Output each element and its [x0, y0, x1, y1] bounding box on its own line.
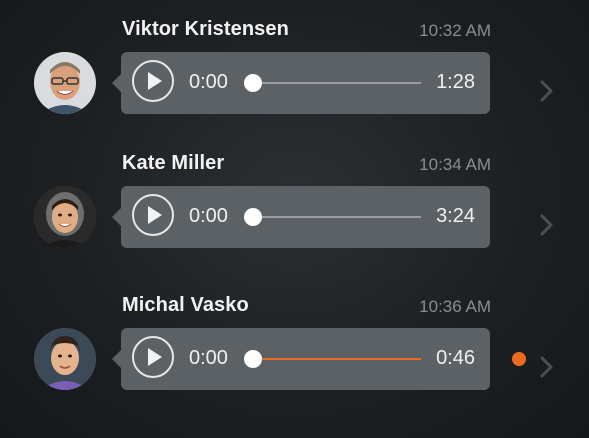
avatar[interactable]	[34, 328, 96, 390]
progress-track[interactable]	[254, 216, 421, 218]
sender-name: Kate Miller	[122, 152, 225, 174]
voice-message-item: Kate Miller 10:34 AM 0:00 3:24	[0, 148, 589, 268]
avatar-kate-icon	[34, 186, 96, 248]
audio-player: 0:00 3:24	[112, 186, 490, 248]
message-time: 10:32 AM	[419, 21, 491, 40]
voice-message-item: Viktor Kristensen 10:32 AM 0:00 1:28	[0, 14, 589, 134]
progress-track[interactable]	[254, 82, 421, 84]
current-time: 0:00	[189, 71, 228, 93]
avatar[interactable]	[34, 52, 96, 114]
play-button[interactable]	[132, 60, 174, 102]
audio-player: 0:00 0:46	[112, 328, 490, 390]
play-icon	[148, 348, 162, 366]
current-time: 0:00	[189, 347, 228, 369]
play-button[interactable]	[132, 194, 174, 236]
scrubber-handle[interactable]	[244, 74, 262, 92]
duration: 1:28	[436, 71, 475, 93]
avatar-viktor-icon	[34, 52, 96, 114]
message-time: 10:34 AM	[419, 155, 491, 174]
chevron-right-icon[interactable]	[538, 78, 556, 104]
sender-name: Michal Vasko	[122, 294, 249, 316]
duration: 3:24	[436, 205, 475, 227]
scrubber-handle[interactable]	[244, 350, 262, 368]
unread-indicator	[512, 352, 526, 366]
chevron-right-icon[interactable]	[538, 212, 556, 238]
progress-track[interactable]	[254, 358, 421, 360]
chevron-right-icon[interactable]	[538, 354, 556, 380]
duration: 0:46	[436, 347, 475, 369]
sender-name: Viktor Kristensen	[122, 18, 289, 40]
play-icon	[148, 206, 162, 224]
audio-player: 0:00 1:28	[112, 52, 490, 114]
avatar-michal-icon	[34, 328, 96, 390]
play-button[interactable]	[132, 336, 174, 378]
message-time: 10:36 AM	[419, 297, 491, 316]
voice-message-item: Michal Vasko 10:36 AM 0:00 0:46	[0, 290, 589, 410]
play-icon	[148, 72, 162, 90]
scrubber-handle[interactable]	[244, 208, 262, 226]
avatar[interactable]	[34, 186, 96, 248]
current-time: 0:00	[189, 205, 228, 227]
